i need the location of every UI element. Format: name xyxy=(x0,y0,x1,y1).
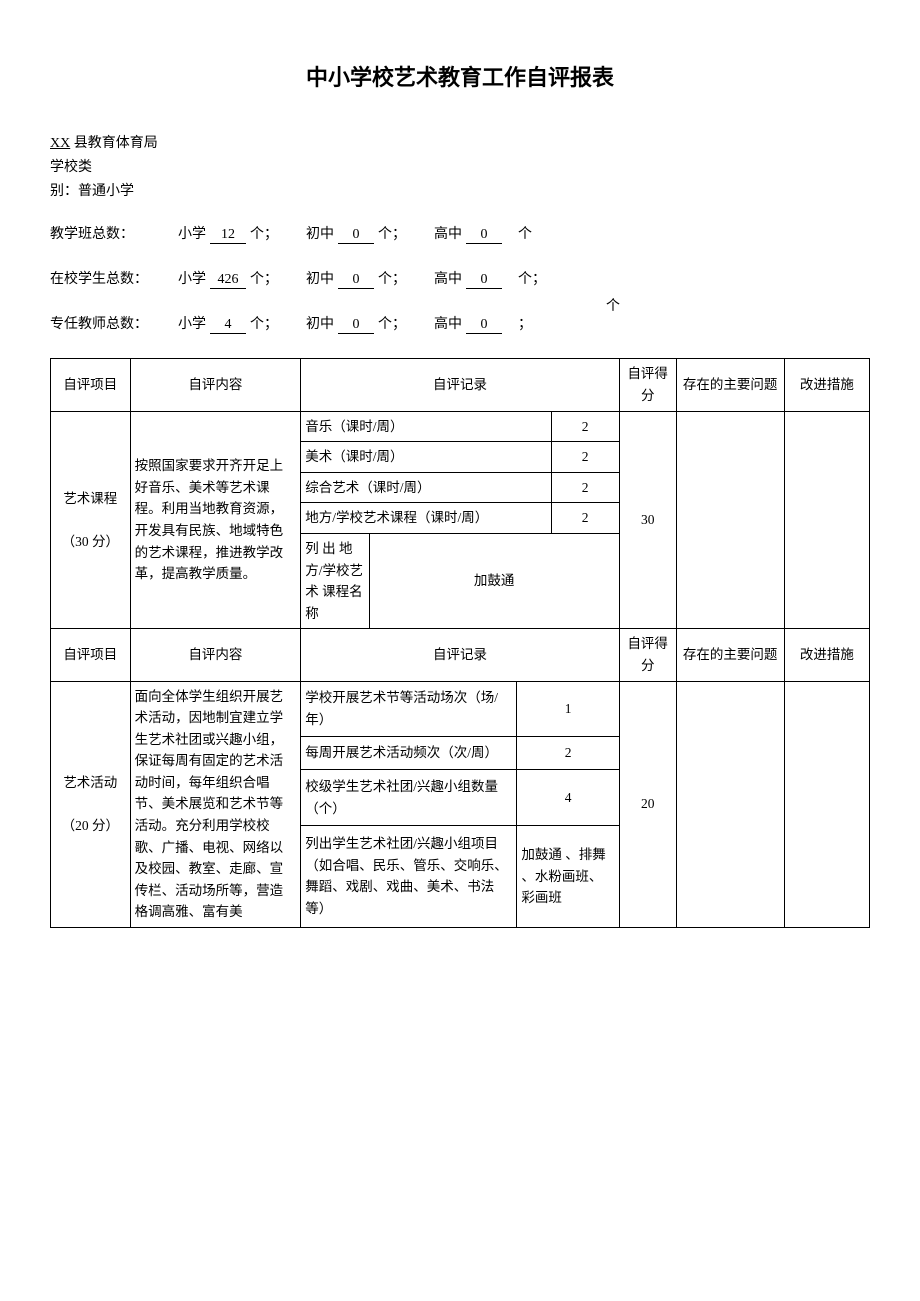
s2-content: 面向全体学生组织开展艺术活动，因地制宜建立学生艺术社团或兴趣小组，保证每周有固定… xyxy=(130,681,301,928)
students-middle-label: 初中 xyxy=(306,268,334,288)
s1-row1-value: 2 xyxy=(551,442,619,473)
students-high-label: 高中 xyxy=(434,268,462,288)
s2-row2-label: 校级学生艺术社团/兴趣小组数量（个） xyxy=(301,770,517,826)
school-type-value: 普通小学 xyxy=(78,184,134,199)
school-type-label: 学校类 xyxy=(50,156,870,180)
th-project: 自评项目 xyxy=(51,359,131,411)
students-row: 在校学生总数： 小学 426 个； 初中 0 个； 高中 0 个； xyxy=(50,268,870,289)
students-unit1: 个； xyxy=(250,268,278,288)
th-content: 自评内容 xyxy=(130,359,301,411)
teachers-high-label: 高中 xyxy=(434,313,462,333)
th2-score: 自评得分 xyxy=(619,629,676,681)
students-middle-value: 0 xyxy=(338,272,374,289)
th2-content: 自评内容 xyxy=(130,629,301,681)
th-measures: 改进措施 xyxy=(784,359,869,411)
s1-measures xyxy=(784,411,869,629)
classes-middle-label: 初中 xyxy=(306,223,334,243)
students-label: 在校学生总数： xyxy=(50,268,150,288)
header-block: XX 县教育体育局 学校类 别：普通小学 xyxy=(50,132,870,203)
classes-middle-value: 0 xyxy=(338,227,374,244)
students-unit3: 个； xyxy=(518,268,546,288)
s2-score: 20 xyxy=(619,681,676,928)
s1-list-value: 加鼓通 xyxy=(369,533,619,628)
th-problems: 存在的主要问题 xyxy=(676,359,784,411)
float-ge: 个 xyxy=(606,295,620,315)
s2-row1-label: 每周开展艺术活动频次（次/周） xyxy=(301,737,517,770)
s1-project-weight: （30 分） xyxy=(55,531,126,553)
classes-primary-label: 小学 xyxy=(178,223,206,243)
students-high-value: 0 xyxy=(466,272,502,289)
teachers-middle-label: 初中 xyxy=(306,313,334,333)
classes-row: 教学班总数： 小学 12 个； 初中 0 个； 高中 0 个 xyxy=(50,223,870,244)
s1-score: 30 xyxy=(619,411,676,629)
s2-measures xyxy=(784,681,869,928)
th2-problems: 存在的主要问题 xyxy=(676,629,784,681)
students-unit2: 个； xyxy=(378,268,406,288)
th2-project: 自评项目 xyxy=(51,629,131,681)
s1-project: 艺术课程 （30 分） xyxy=(51,411,131,629)
s1-row2-value: 2 xyxy=(551,472,619,503)
teachers-unit2: 个； xyxy=(378,313,406,333)
s2-row0-label: 学校开展艺术节等活动场次（场/年） xyxy=(301,681,517,737)
table-row: 艺术活动 （20 分） 面向全体学生组织开展艺术活动，因地制宜建立学生艺术社团或… xyxy=(51,681,870,737)
classes-primary-value: 12 xyxy=(210,227,246,244)
page-title: 中小学校艺术教育工作自评报表 xyxy=(50,60,870,92)
s2-row2-value: 4 xyxy=(517,770,619,826)
teachers-high-value: 0 xyxy=(466,317,502,334)
s2-problems xyxy=(676,681,784,928)
th2-record: 自评记录 xyxy=(301,629,620,681)
s1-row1-label: 美术（课时/周） xyxy=(301,442,551,473)
table-row: 艺术课程 （30 分） 按照国家要求开齐开足上好音乐、美术等艺术课程。利用当地教… xyxy=(51,411,870,442)
s2-row0-value: 1 xyxy=(517,681,619,737)
teachers-unit1: 个； xyxy=(250,313,278,333)
school-type-prefix: 别： xyxy=(50,184,78,199)
classes-label: 教学班总数： xyxy=(50,223,150,243)
s1-row3-value: 2 xyxy=(551,503,619,534)
bureau-prefix: XX xyxy=(50,136,70,151)
s1-problems xyxy=(676,411,784,629)
table-header-row: 自评项目 自评内容 自评记录 自评得分 存在的主要问题 改进措施 xyxy=(51,629,870,681)
s2-list-value: 加鼓通 、排舞 、水粉画班、彩画班 xyxy=(517,825,619,927)
classes-high-value: 0 xyxy=(466,227,502,244)
s2-project-weight: （20 分） xyxy=(55,815,126,837)
s1-row2-label: 综合艺术（课时/周） xyxy=(301,472,551,503)
th2-measures: 改进措施 xyxy=(784,629,869,681)
classes-unit3: 个 xyxy=(518,223,532,243)
table-header-row: 自评项目 自评内容 自评记录 自评得分 存在的主要问题 改进措施 xyxy=(51,359,870,411)
s2-row1-value: 2 xyxy=(517,737,619,770)
s1-row0-label: 音乐（课时/周） xyxy=(301,411,551,442)
s1-project-name: 艺术课程 xyxy=(55,488,126,510)
classes-unit1: 个； xyxy=(250,223,278,243)
evaluation-table: 自评项目 自评内容 自评记录 自评得分 存在的主要问题 改进措施 艺术课程 （3… xyxy=(50,358,870,928)
classes-unit2: 个； xyxy=(378,223,406,243)
teachers-primary-label: 小学 xyxy=(178,313,206,333)
s1-list-label: 列 出 地方/学校艺 术 课程名称 xyxy=(301,533,369,628)
bureau-suffix: 县教育体育局 xyxy=(70,136,158,151)
teachers-middle-value: 0 xyxy=(338,317,374,334)
students-primary-label: 小学 xyxy=(178,268,206,288)
teachers-row: 个 专任教师总数： 小学 4 个； 初中 0 个； 高中 0 ； xyxy=(50,313,870,334)
teachers-label: 专任教师总数： xyxy=(50,313,150,333)
teachers-primary-value: 4 xyxy=(210,317,246,334)
s2-project-name: 艺术活动 xyxy=(55,772,126,794)
s1-row3-label: 地方/学校艺术课程（课时/周） xyxy=(301,503,551,534)
th-score: 自评得分 xyxy=(619,359,676,411)
teachers-unit3: ； xyxy=(518,313,532,333)
classes-high-label: 高中 xyxy=(434,223,462,243)
s2-list-label: 列出学生艺术社团/兴趣小组项目（如合唱、民乐、管乐、交响乐、舞蹈、戏剧、戏曲、美… xyxy=(301,825,517,927)
s2-project: 艺术活动 （20 分） xyxy=(51,681,131,928)
s1-row0-value: 2 xyxy=(551,411,619,442)
th-record: 自评记录 xyxy=(301,359,620,411)
students-primary-value: 426 xyxy=(210,272,246,289)
s1-content: 按照国家要求开齐开足上好音乐、美术等艺术课程。利用当地教育资源，开发具有民族、地… xyxy=(130,411,301,629)
